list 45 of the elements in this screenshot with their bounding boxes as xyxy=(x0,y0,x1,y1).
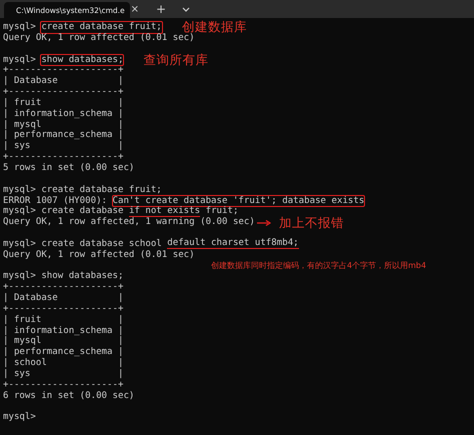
terminal-text: | fruit | xyxy=(3,98,124,109)
terminal-text: | Database | xyxy=(3,293,124,304)
terminal-text: 6 rows in set (0.00 sec) xyxy=(3,390,134,402)
annotation-text: 创建数据库同时指定编码，有的汉字占4个字节，所以用mb4 xyxy=(211,260,426,271)
terminal-text: ERROR 1007 (HY000): xyxy=(3,196,108,206)
terminal-text: | information_schema | xyxy=(3,108,124,120)
annotation-text: 加上不报错 xyxy=(278,218,344,228)
boxed-command-text: Can't create database 'fruit'; database exists xyxy=(112,196,364,206)
terminal-text: | sys | xyxy=(3,141,124,152)
terminal-text: +--------------------+ xyxy=(3,304,124,315)
terminal-text: Query OK, 1 row affected (0.01 sec) xyxy=(3,250,195,261)
terminal-text: +--------------------+ xyxy=(3,282,124,293)
terminal-text: Query OK, 1 row affected, 1 warning (0.00 sec) xyxy=(3,217,255,228)
underlined-command-text: if not exists xyxy=(128,206,200,217)
terminal-text: | sys | xyxy=(3,369,124,380)
terminal-text: | performance_schema | xyxy=(3,130,124,141)
terminal-text: | performance_schema | xyxy=(3,347,124,358)
terminal-text: +--------------------+ xyxy=(3,65,124,76)
terminal-text: | information_schema | xyxy=(3,326,124,336)
terminal-text: mysql> create database school xyxy=(3,238,163,250)
terminal-text: | Database | xyxy=(3,76,124,88)
terminal-text: mysql> create database xyxy=(3,206,124,217)
terminal-text: mysql> create database fruit; xyxy=(3,184,162,196)
terminal-text: mysql> show databases; xyxy=(3,271,124,282)
terminal-text: +--------------------+ xyxy=(3,87,124,98)
new-tab-button[interactable]: + xyxy=(156,4,166,14)
close-button[interactable]: × xyxy=(130,5,140,15)
annotation-text: 创建数据库 xyxy=(182,22,247,32)
terminal-text: fruit; xyxy=(204,206,238,217)
boxed-command-text: show databases; xyxy=(41,54,124,66)
terminal-text: mysql> xyxy=(3,412,36,424)
annotation-text: 查询所有库 xyxy=(143,54,208,65)
terminal-text: mysql> xyxy=(3,54,37,66)
terminal-text: | fruit | xyxy=(3,314,124,326)
terminal-text: 5 rows in set (0.00 sec) xyxy=(3,162,134,174)
underlined-command-text: default charset utf8mb4; xyxy=(167,239,299,250)
boxed-command-text: create database fruit; xyxy=(41,22,162,33)
terminal-text: | school | xyxy=(3,358,124,369)
terminal-text: mysql> xyxy=(3,22,37,33)
terminal-text: | mysql | xyxy=(3,120,124,130)
chevron-down-icon[interactable] xyxy=(182,6,190,12)
terminal-text: +--------------------+ xyxy=(3,152,124,163)
terminal-text: +--------------------+ xyxy=(3,380,124,391)
terminal-text: | mysql | xyxy=(3,336,124,347)
terminal-text: Query OK, 1 row affected (0.01 sec) xyxy=(3,32,195,44)
